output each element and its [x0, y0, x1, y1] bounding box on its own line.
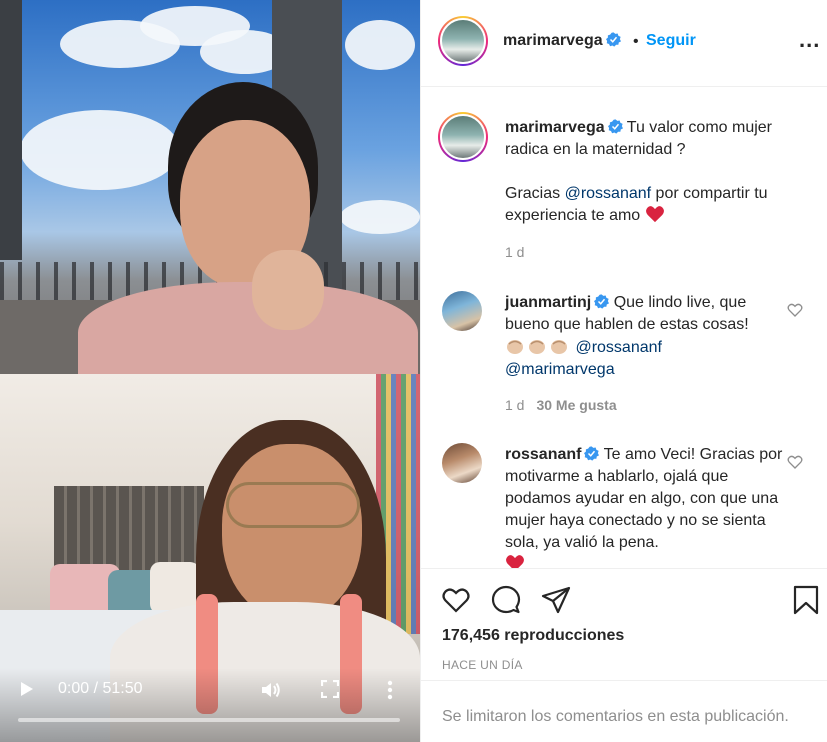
comments-list[interactable]: marimarvega Tu valor como mujer radica e… — [421, 88, 827, 568]
verified-badge-icon — [605, 32, 621, 47]
volume-icon[interactable] — [260, 680, 282, 700]
save-bookmark-icon[interactable] — [791, 585, 821, 615]
caption-line-2-prefix: Gracias — [505, 185, 565, 202]
video-time-display: 0:00 / 51:50 — [58, 680, 143, 697]
comment-1-likes[interactable]: 30 Me gusta — [536, 397, 616, 413]
comments-limited-text: Se limitaron los comentarios en esta pub… — [442, 708, 789, 725]
caption-username[interactable]: marimarvega — [505, 119, 605, 136]
post-actions: 176,456 reproducciones HACE UN DÍA — [421, 568, 827, 688]
header-username[interactable]: marimarvega — [503, 32, 603, 49]
like-comment-heart-icon[interactable] — [787, 302, 803, 318]
live-video-player[interactable]: 0:00 / 51:50 — [0, 0, 420, 742]
rossananf-avatar[interactable] — [442, 443, 482, 483]
more-vertical-icon[interactable] — [382, 680, 398, 700]
share-send-icon[interactable] — [541, 585, 571, 615]
comments-limited-bar: Se limitaron los comentarios en esta pub… — [421, 680, 827, 742]
comment-1-mention-1[interactable]: @rossananf — [575, 339, 662, 356]
fullscreen-icon[interactable] — [320, 679, 340, 699]
comment-2-username[interactable]: rossananf — [505, 446, 581, 463]
comment-1-mention-2[interactable]: @marimarvega — [505, 361, 615, 378]
play-icon[interactable] — [20, 681, 36, 699]
clapping-hands-emoji-icon — [529, 340, 545, 354]
views-count[interactable]: 176,456 reproducciones — [442, 627, 624, 645]
caption-mention[interactable]: @rossananf — [565, 185, 652, 202]
video-progress-bar[interactable] — [18, 718, 400, 722]
post-header: marimarvega • Seguir ... — [421, 0, 827, 87]
juanmartinj-avatar[interactable] — [442, 291, 482, 331]
comment-1-text-block: juanmartinj Que lindo live, que bueno qu… — [505, 292, 795, 381]
header-avatar[interactable] — [438, 16, 488, 66]
red-heart-emoji-icon — [506, 555, 524, 568]
caption-text-block: marimarvega Tu valor como mujer radica e… — [505, 117, 795, 227]
follow-button[interactable]: Seguir — [646, 32, 696, 50]
comment-1-meta: 1 d 30 Me gusta — [505, 397, 617, 413]
header-separator: • — [633, 33, 639, 50]
like-heart-icon[interactable] — [441, 585, 471, 615]
more-options-icon[interactable]: ... — [799, 29, 820, 51]
verified-badge-icon — [607, 119, 623, 134]
caption-avatar[interactable] — [438, 112, 488, 162]
verified-badge-icon — [594, 294, 610, 309]
caption-time[interactable]: 1 d — [505, 244, 524, 260]
verified-badge-icon — [584, 446, 600, 461]
video-top-feed — [0, 0, 420, 374]
clapping-hands-emoji-icon — [551, 340, 567, 354]
like-comment-heart-icon[interactable] — [787, 454, 803, 470]
comment-bubble-icon[interactable] — [491, 585, 521, 615]
comment-1-username[interactable]: juanmartinj — [505, 294, 591, 311]
comment-1-time[interactable]: 1 d — [505, 397, 524, 413]
post-panel: marimarvega • Seguir ... marimarvega Tu … — [420, 0, 827, 742]
comment-2-text-block: rossananf Te amo Veci! Gracias por motiv… — [505, 444, 795, 568]
clapping-hands-emoji-icon — [507, 340, 523, 354]
post-timestamp[interactable]: HACE UN DÍA — [442, 658, 523, 672]
red-heart-emoji-icon — [645, 206, 664, 223]
